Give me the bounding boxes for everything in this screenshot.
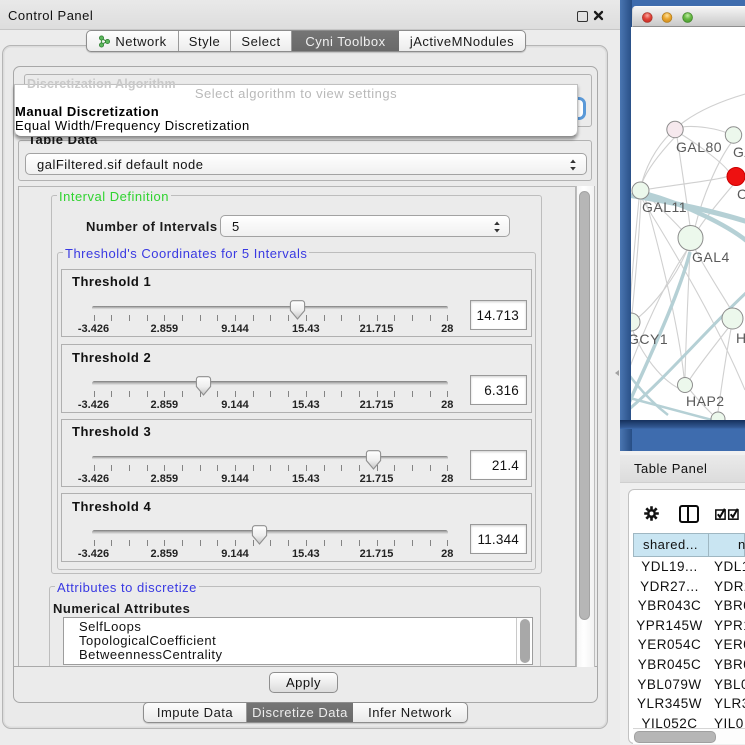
svg-text:GAL80: GAL80 xyxy=(676,139,722,155)
svg-text:HAP2: HAP2 xyxy=(686,393,725,409)
svg-text:GAL4: GAL4 xyxy=(692,249,730,265)
svg-text:H: H xyxy=(736,330,745,346)
svg-text:GCY1: GCY1 xyxy=(631,331,668,347)
svg-text:GAL: GAL xyxy=(733,144,745,160)
svg-text:GAL11: GAL11 xyxy=(642,199,687,215)
svg-text:C: C xyxy=(737,186,745,202)
